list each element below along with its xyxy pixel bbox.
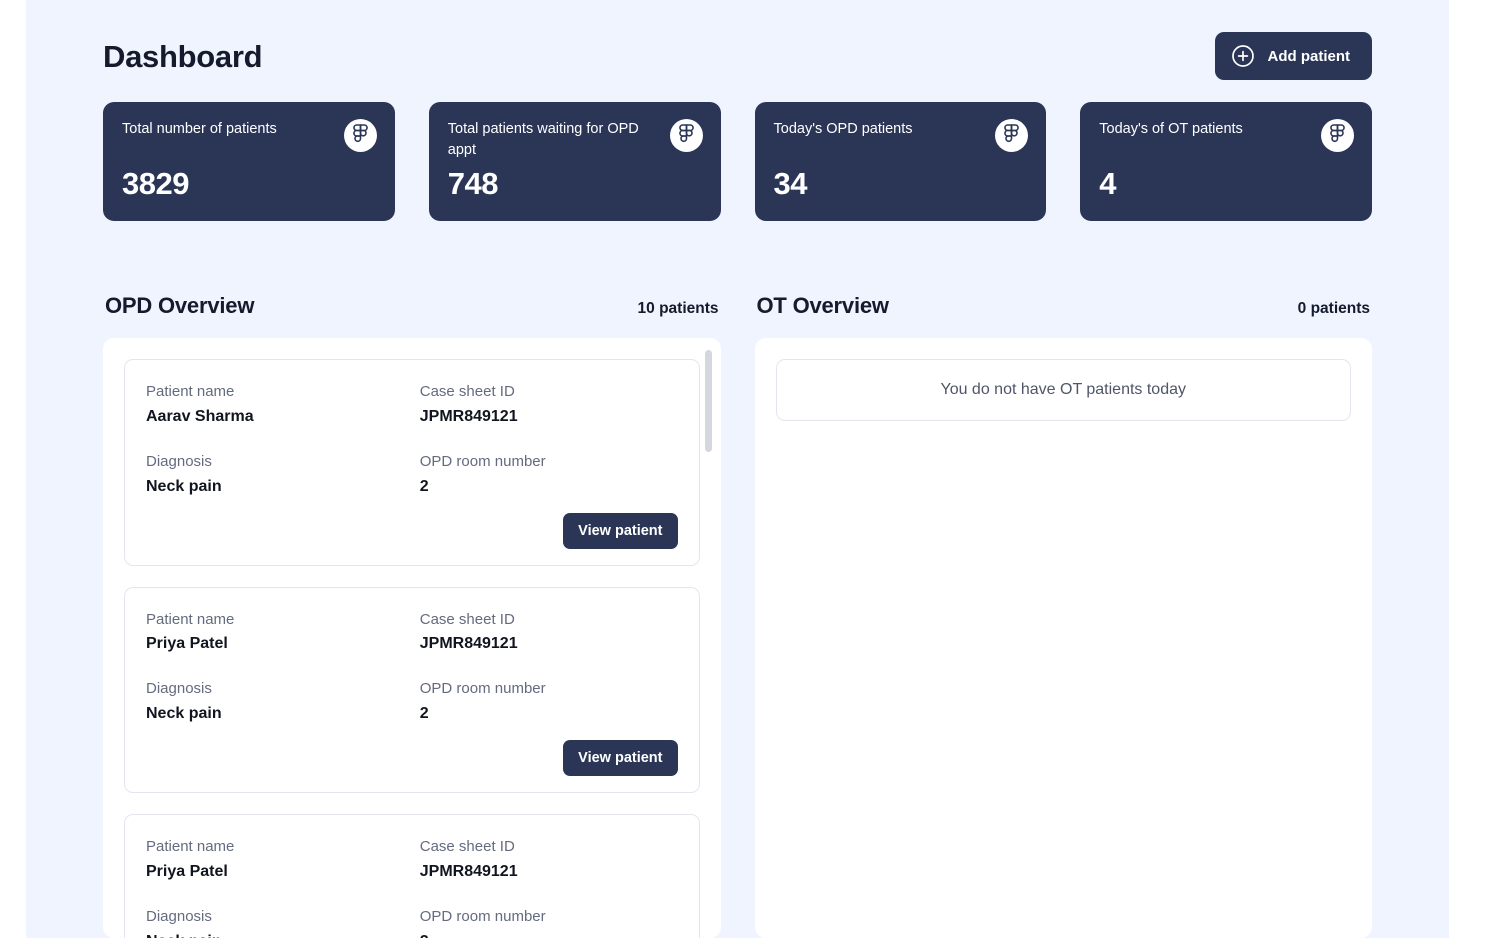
- stat-card-label: Total patients waiting for OPD appt: [447, 121, 639, 159]
- patient-card[interactable]: Patient name Case sheet ID Aarav Sharma …: [124, 359, 700, 566]
- patient-name-label: Patient name: [146, 610, 235, 628]
- diagnosis-label: Diagnosis: [146, 907, 212, 925]
- opd-patient-list-panel: Patient name Case sheet ID Aarav Sharma …: [103, 338, 721, 938]
- opd-room-number-label: OPD room number: [419, 680, 546, 698]
- patient-name-value: Priya Patel: [146, 635, 228, 653]
- ot-patient-list-panel: You do not have OT patients today: [754, 338, 1373, 938]
- case-sheet-id-value: JPMR849121: [419, 862, 518, 880]
- dashboard-main: Dashboard Add patient Total number of pa…: [26, 0, 1449, 938]
- ot-patient-count: 0 patients: [1297, 300, 1370, 317]
- stat-card-label: Today's OPD patients: [773, 121, 913, 137]
- patient-name-label: Patient name: [146, 383, 235, 400]
- figma-logo-icon: [343, 119, 377, 152]
- ot-overview-section: OT Overview 0 patients You do not have O…: [754, 293, 1373, 938]
- diagnosis-value: Neck pain: [146, 477, 222, 495]
- case-sheet-id-label: Case sheet ID: [419, 838, 515, 855]
- opd-room-number-label: OPD room number: [419, 907, 546, 925]
- diagnosis-label: Diagnosis: [146, 680, 212, 698]
- case-sheet-id-label: Case sheet ID: [419, 383, 515, 400]
- ot-overview-header: OT Overview 0 patients: [755, 293, 1373, 319]
- opd-patient-list: Patient name Case sheet ID Aarav Sharma …: [103, 338, 721, 938]
- stat-card-value: 4: [1099, 166, 1116, 201]
- diagnosis-label: Diagnosis: [146, 452, 212, 470]
- opd-list-scrollbar[interactable]: [704, 350, 712, 926]
- opd-room-number-label: OPD room number: [419, 452, 546, 470]
- case-sheet-id-label: Case sheet ID: [419, 610, 515, 628]
- plus-circle-icon: [1231, 44, 1255, 68]
- patient-name-value: Priya Patel: [146, 862, 228, 880]
- opd-patient-count: 10 patients: [637, 300, 719, 317]
- diagnosis-value: Neck pain: [146, 705, 222, 722]
- stats-row: Total number of patients 3829 Total pati…: [103, 102, 1372, 221]
- view-patient-button[interactable]: View patient: [563, 512, 678, 549]
- stat-card-waiting-opd[interactable]: Total patients waiting for OPD appt 748: [428, 102, 721, 221]
- stat-card-value: 34: [773, 166, 808, 201]
- stat-card-value: 3829: [122, 166, 189, 201]
- ot-empty-state: You do not have OT patients today: [775, 359, 1351, 421]
- patient-card[interactable]: Patient name Case sheet ID Priya Patel J…: [124, 814, 700, 938]
- stat-card-value: 748: [447, 166, 499, 201]
- opd-overview-header: OPD Overview 10 patients: [103, 293, 721, 319]
- patient-card-actions: View patient: [146, 512, 678, 549]
- stat-card-todays-ot[interactable]: Today's of OT patients 4: [1080, 102, 1372, 221]
- patient-card[interactable]: Patient name Case sheet ID Priya Patel J…: [124, 586, 700, 793]
- figma-logo-icon: [1321, 119, 1354, 152]
- figma-logo-icon: [995, 119, 1029, 152]
- overview-row: OPD Overview 10 patients Patient name Ca…: [103, 293, 1372, 938]
- opd-room-number-value: 2: [419, 705, 429, 722]
- diagnosis-value: Neck pain: [146, 930, 404, 938]
- ot-patient-list: You do not have OT patients today: [755, 338, 1373, 938]
- right-margin-rail: [1449, 0, 1500, 938]
- patient-field-grid: Patient name Case sheet ID Priya Patel J…: [146, 835, 678, 938]
- case-sheet-id-value: JPMR849121: [419, 407, 518, 425]
- stat-card-todays-opd[interactable]: Today's OPD patients 34: [754, 102, 1047, 221]
- patient-field-grid: Patient name Case sheet ID Priya Patel J…: [146, 608, 678, 727]
- opd-list-scrollbar-thumb[interactable]: [704, 350, 712, 452]
- stat-card-total-patients[interactable]: Total number of patients 3829: [103, 102, 395, 221]
- patient-name-label: Patient name: [146, 838, 235, 855]
- case-sheet-id-value: JPMR849121: [419, 635, 518, 653]
- opd-overview-title: OPD Overview: [105, 293, 255, 318]
- opd-room-number-value: 2: [419, 477, 429, 495]
- opd-overview-section: OPD Overview 10 patients Patient name Ca…: [103, 293, 721, 938]
- patient-card-actions: View patient: [146, 740, 678, 776]
- patient-name-value: Aarav Sharma: [146, 407, 254, 425]
- page-header: Dashboard Add patient: [103, 0, 1372, 80]
- app-shell: Dashboard Add patient Total number of pa…: [0, 0, 1500, 938]
- ot-overview-title: OT Overview: [756, 293, 890, 318]
- opd-room-number-value: 2: [420, 930, 678, 938]
- add-patient-button[interactable]: Add patient: [1214, 32, 1372, 80]
- add-patient-label: Add patient: [1267, 47, 1351, 65]
- stat-card-label: Today's of OT patients: [1099, 121, 1243, 137]
- figma-logo-icon: [669, 119, 703, 152]
- patient-field-grid: Patient name Case sheet ID Aarav Sharma …: [146, 380, 678, 499]
- page-title: Dashboard: [103, 39, 263, 74]
- view-patient-button[interactable]: View patient: [563, 740, 678, 776]
- stat-card-label: Total number of patients: [122, 121, 277, 137]
- left-margin-rail: [0, 0, 26, 938]
